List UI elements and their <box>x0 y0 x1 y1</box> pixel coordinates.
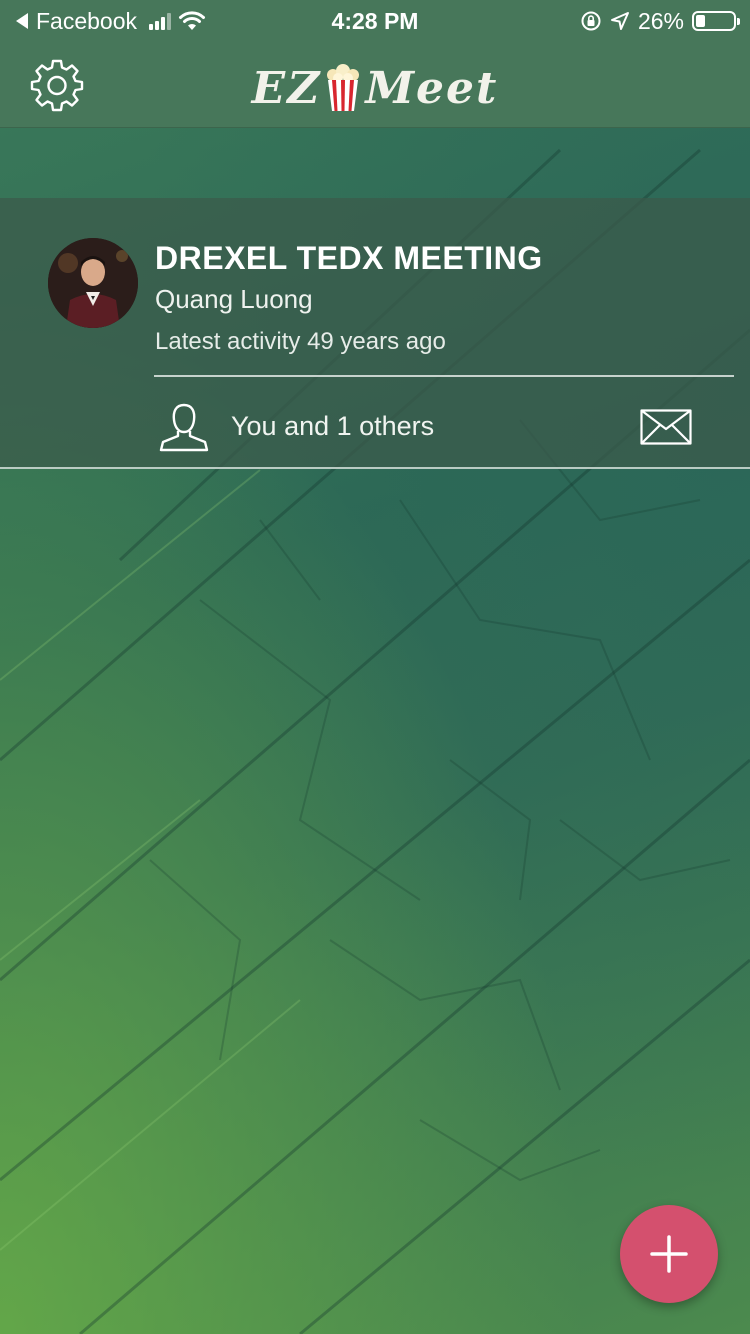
popcorn-icon <box>327 64 360 111</box>
card-divider <box>154 375 734 377</box>
back-app-label[interactable]: Facebook <box>36 8 137 35</box>
avatar[interactable] <box>48 238 138 328</box>
envelope-icon[interactable] <box>640 409 692 445</box>
plus-icon <box>650 1235 688 1273</box>
location-arrow-icon <box>610 12 629 30</box>
orientation-lock-icon <box>581 11 601 31</box>
status-bar: Facebook 4:28 PM 26% <box>0 0 750 42</box>
meeting-title[interactable]: DREXEL TEDX MEETING <box>155 240 543 277</box>
battery-icon <box>692 11 740 31</box>
meeting-members: You and 1 others <box>231 411 435 441</box>
logo-text-right: Meet <box>365 62 499 114</box>
battery-percent: 26% <box>637 7 684 34</box>
meeting-owner: Quang Luong <box>155 284 313 314</box>
logo-text-left: EZ <box>251 62 322 114</box>
meeting-card[interactable]: DREXEL TEDX MEETING Quang Luong Latest a… <box>0 198 750 469</box>
add-meeting-button[interactable] <box>620 1205 718 1303</box>
back-arrow-icon[interactable] <box>14 12 30 30</box>
wifi-icon <box>179 11 206 30</box>
person-icon <box>159 403 209 452</box>
avatar-photo <box>48 238 138 328</box>
battery-level <box>696 15 706 27</box>
status-right: 26% <box>580 7 740 35</box>
signal-bars-icon <box>149 12 172 30</box>
status-left: Facebook <box>14 8 207 35</box>
app-logo: EZ Meet <box>0 60 750 116</box>
meeting-activity: Latest activity 49 years ago <box>155 328 446 355</box>
